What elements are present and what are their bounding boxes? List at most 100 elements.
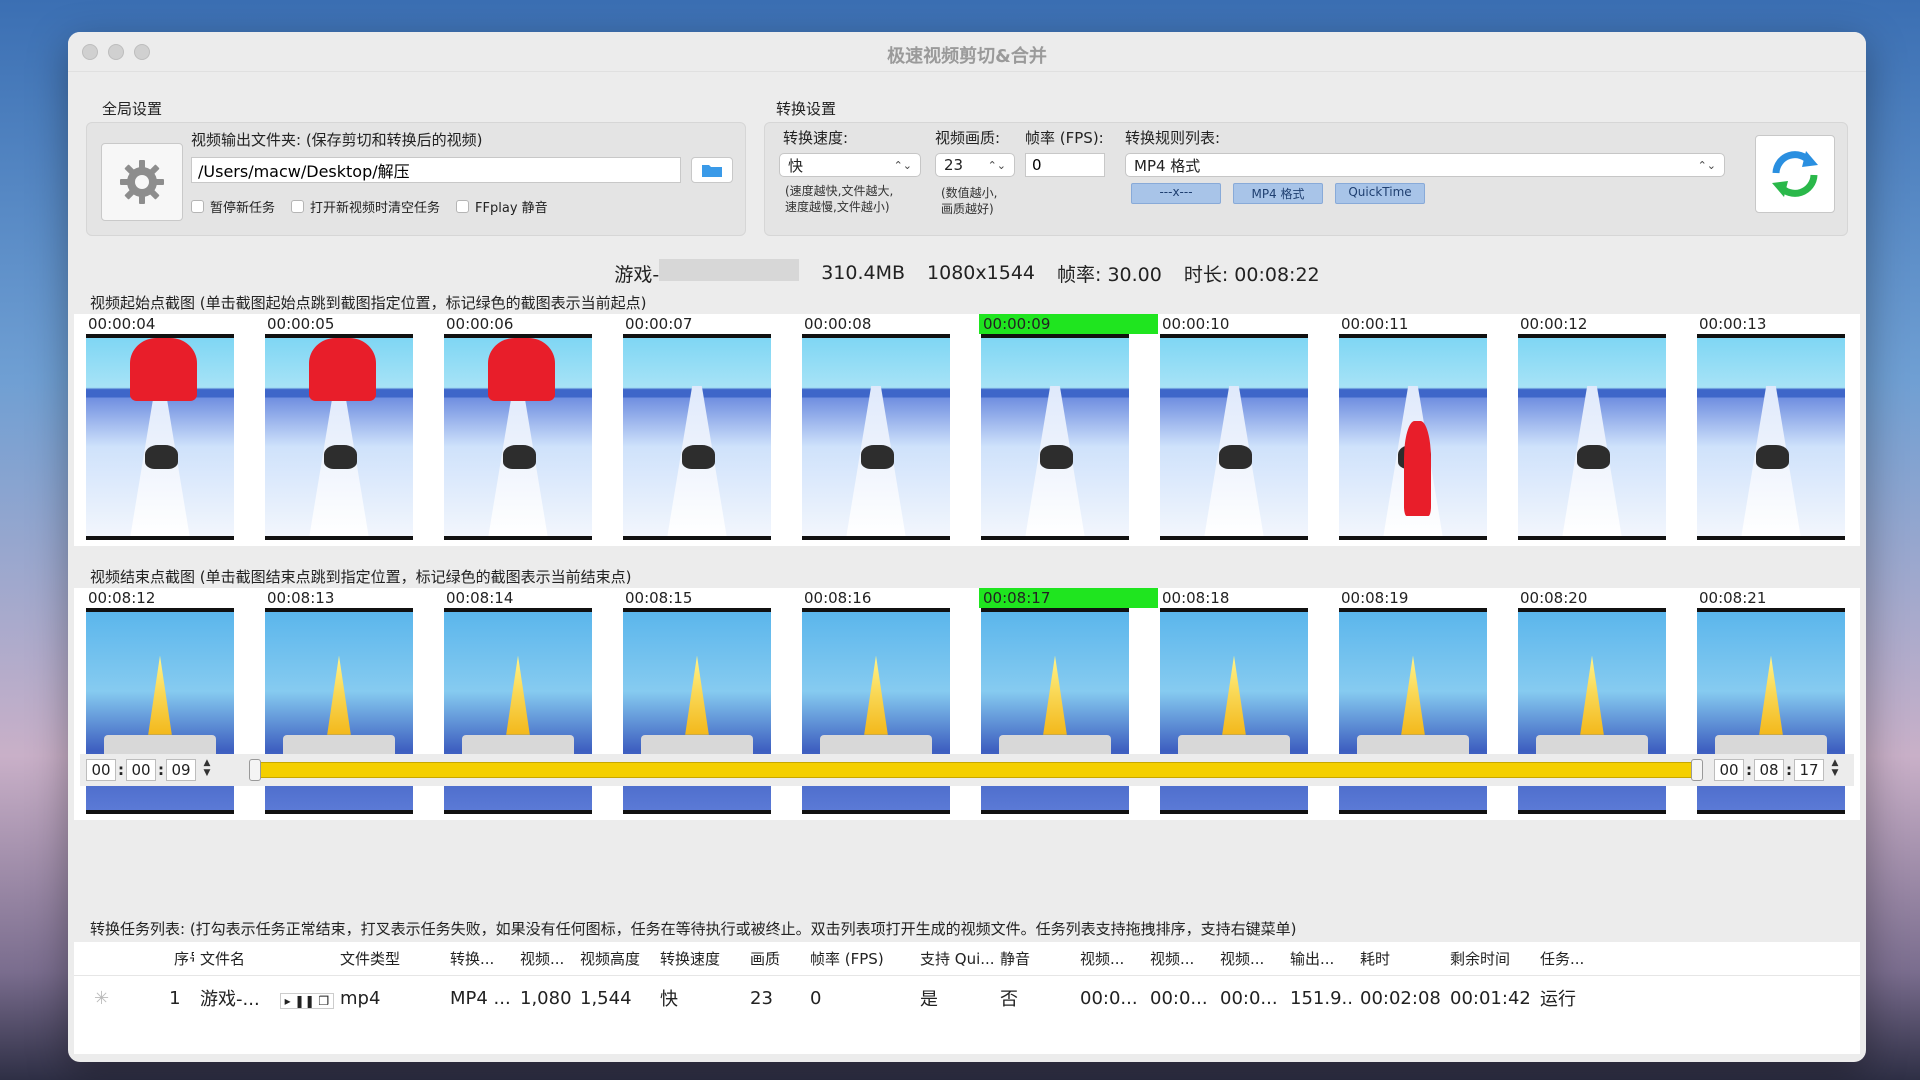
- column-header[interactable]: 转换速度: [654, 948, 744, 969]
- thumbnail-timestamp: 00:08:17: [979, 588, 1158, 608]
- gear-icon: [120, 160, 164, 204]
- start-handle[interactable]: [249, 759, 261, 781]
- thumbnail-timestamp: 00:00:13: [1699, 315, 1767, 333]
- column-header[interactable]: 文件名: [194, 948, 334, 969]
- end-time-field: 00: 08: 17 ▲ ▼: [1714, 758, 1842, 782]
- start-convert-button[interactable]: [1755, 135, 1835, 213]
- rule-tag[interactable]: QuickTime: [1335, 183, 1425, 204]
- output-folder-input[interactable]: [191, 157, 681, 183]
- thumbnail[interactable]: 00:00:07: [621, 314, 800, 546]
- start-hours-input[interactable]: 00: [86, 759, 116, 781]
- thumbnail[interactable]: 00:00:10: [1158, 314, 1337, 546]
- global-options: 暂停新任务 打开新视频时清空任务 FFplay 静音: [191, 197, 548, 216]
- checkbox-box: [191, 200, 204, 213]
- end-minutes-input[interactable]: 08: [1754, 759, 1784, 781]
- column-header[interactable]: 转换...: [444, 948, 514, 969]
- browse-folder-button[interactable]: [691, 157, 733, 183]
- start-time-stepper[interactable]: ▲ ▼: [200, 758, 214, 782]
- fps-input[interactable]: [1025, 153, 1105, 177]
- rule-tag[interactable]: MP4 格式: [1233, 183, 1323, 204]
- task-index: 1: [169, 987, 181, 1009]
- table-cell: 00:0...: [1150, 987, 1208, 1009]
- speed-select[interactable]: 快 ⌃⌄: [779, 153, 921, 177]
- table-cell: 运行: [1540, 989, 1576, 1010]
- thumbnail-image: [444, 334, 592, 540]
- thumbnail-timestamp: 00:00:09: [979, 314, 1158, 334]
- column-header[interactable]: 任务...: [1534, 948, 1604, 969]
- title-bar: 极速视频剪切&合并: [68, 32, 1866, 72]
- start-seconds-input[interactable]: 09: [166, 759, 196, 781]
- chevron-updown-icon: ⌃⌄: [987, 158, 1006, 172]
- end-handle[interactable]: [1691, 759, 1703, 781]
- column-header[interactable]: 静音: [994, 948, 1074, 969]
- refresh-icon: [1772, 151, 1818, 197]
- rules-label: 转换规则列表:: [1125, 129, 1221, 147]
- global-settings-label: 全局设置: [102, 100, 163, 118]
- video-size: 310.4MB: [821, 262, 906, 284]
- task-filename: 游戏-...: [200, 989, 260, 1010]
- end-seconds-input[interactable]: 17: [1794, 759, 1824, 781]
- thumbnail-image: [1697, 334, 1845, 540]
- thumbnail-timestamp: 00:08:14: [446, 589, 514, 607]
- thumbnail-image: [1518, 334, 1666, 540]
- task-list-label: 转换任务列表: (打勾表示任务正常结束，打叉表示任务失败，如果没有任何图标，任务…: [90, 920, 1297, 938]
- thumbnail[interactable]: 00:00:08: [800, 314, 979, 546]
- thumbnail[interactable]: 00:00:06: [442, 314, 621, 546]
- clear-tasks-checkbox[interactable]: 打开新视频时清空任务: [291, 197, 440, 216]
- speed-label: 转换速度:: [783, 129, 849, 147]
- thumbnail[interactable]: 00:00:11: [1337, 314, 1516, 546]
- column-header[interactable]: 耗时: [1354, 948, 1444, 969]
- ffplay-mute-checkbox[interactable]: FFplay 静音: [456, 197, 548, 216]
- table-cell: ✳ 1: [74, 988, 194, 1009]
- column-header[interactable]: 输出...: [1284, 948, 1354, 969]
- spinner-icon: ✳: [94, 987, 110, 1009]
- column-header[interactable]: 文件类型: [334, 948, 444, 969]
- checkbox-box: [456, 200, 470, 213]
- thumbnail[interactable]: 00:00:12: [1516, 314, 1695, 546]
- table-cell: 151.9...: [1290, 987, 1354, 1009]
- thumbnail[interactable]: 00:00:13: [1695, 314, 1845, 546]
- task-table: 序号文件名文件类型转换...视频...视频高度转换速度画质帧率 (FPS)支持 …: [74, 942, 1860, 1054]
- folder-icon: [702, 165, 722, 177]
- end-hours-input[interactable]: 00: [1714, 759, 1744, 781]
- checkbox-box: [291, 200, 305, 213]
- thumbnail[interactable]: 00:00:05: [263, 314, 442, 546]
- play-pause-controls[interactable]: ▸ ❚❚ ❐: [279, 993, 334, 1009]
- table-cell: 00:01:42: [1450, 987, 1531, 1009]
- column-header[interactable]: 视频...: [1074, 948, 1144, 969]
- column-header[interactable]: 视频...: [1144, 948, 1214, 969]
- thumbnail[interactable]: 00:00:04: [84, 314, 263, 546]
- column-header[interactable]: 剩余时间: [1444, 948, 1534, 969]
- column-header[interactable]: 视频...: [514, 948, 574, 969]
- table-cell: mp4: [340, 987, 381, 1009]
- end-time-stepper[interactable]: ▲ ▼: [1828, 758, 1842, 782]
- end-strip-label: 视频结束点截图 (单击截图结束点跳到指定位置，标记绿色的截图表示当前结束点): [90, 568, 632, 586]
- rules-select[interactable]: MP4 格式 ⌃⌄: [1125, 153, 1725, 177]
- table-row[interactable]: ✳ 1 游戏-... ▸ ❚❚ ❐ mp4 MP4 ... 1,080 1,544 快 23 0 是否…: [74, 976, 1860, 1020]
- start-minutes-input[interactable]: 00: [126, 759, 156, 781]
- pause-new-tasks-checkbox[interactable]: 暂停新任务: [191, 197, 275, 216]
- column-header[interactable]: 视频高度: [574, 948, 654, 969]
- thumbnail-timestamp: 00:00:12: [1520, 315, 1588, 333]
- table-cell: 1,544: [580, 987, 632, 1009]
- chevron-updown-icon: ⌃⌄: [1697, 158, 1716, 172]
- rule-tag[interactable]: ---x---: [1131, 183, 1221, 204]
- thumbnail[interactable]: 00:00:09: [979, 314, 1158, 546]
- settings-button[interactable]: [101, 143, 183, 221]
- range-slider[interactable]: [249, 759, 1703, 781]
- global-settings-box: 视频输出文件夹: (保存剪切和转换后的视频) 暂停新任务 打开新视频时清空任务 …: [86, 122, 746, 236]
- column-header[interactable]: 帧率 (FPS): [804, 948, 914, 969]
- thumbnail-timestamp: 00:00:04: [88, 315, 156, 333]
- table-cell: MP4 ...: [450, 987, 511, 1009]
- convert-settings-box: 转换速度: 快 ⌃⌄ (速度越快,文件越大, 速度越慢,文件越小) 视频画质: 23…: [764, 122, 1848, 236]
- thumbnail-timestamp: 00:08:12: [88, 589, 156, 607]
- column-header[interactable]: 支持 Qui...: [914, 948, 994, 969]
- column-header[interactable]: 视频...: [1214, 948, 1284, 969]
- thumbnail-timestamp: 00:08:20: [1520, 589, 1588, 607]
- column-header[interactable]: 画质: [744, 948, 804, 969]
- thumbnail-image: [802, 334, 950, 540]
- quality-select[interactable]: 23 ⌃⌄: [935, 153, 1015, 177]
- quality-note: (数值越小, 画质越好): [941, 186, 998, 216]
- column-header[interactable]: 序号: [74, 948, 194, 969]
- thumbnail-timestamp: 00:00:07: [625, 315, 693, 333]
